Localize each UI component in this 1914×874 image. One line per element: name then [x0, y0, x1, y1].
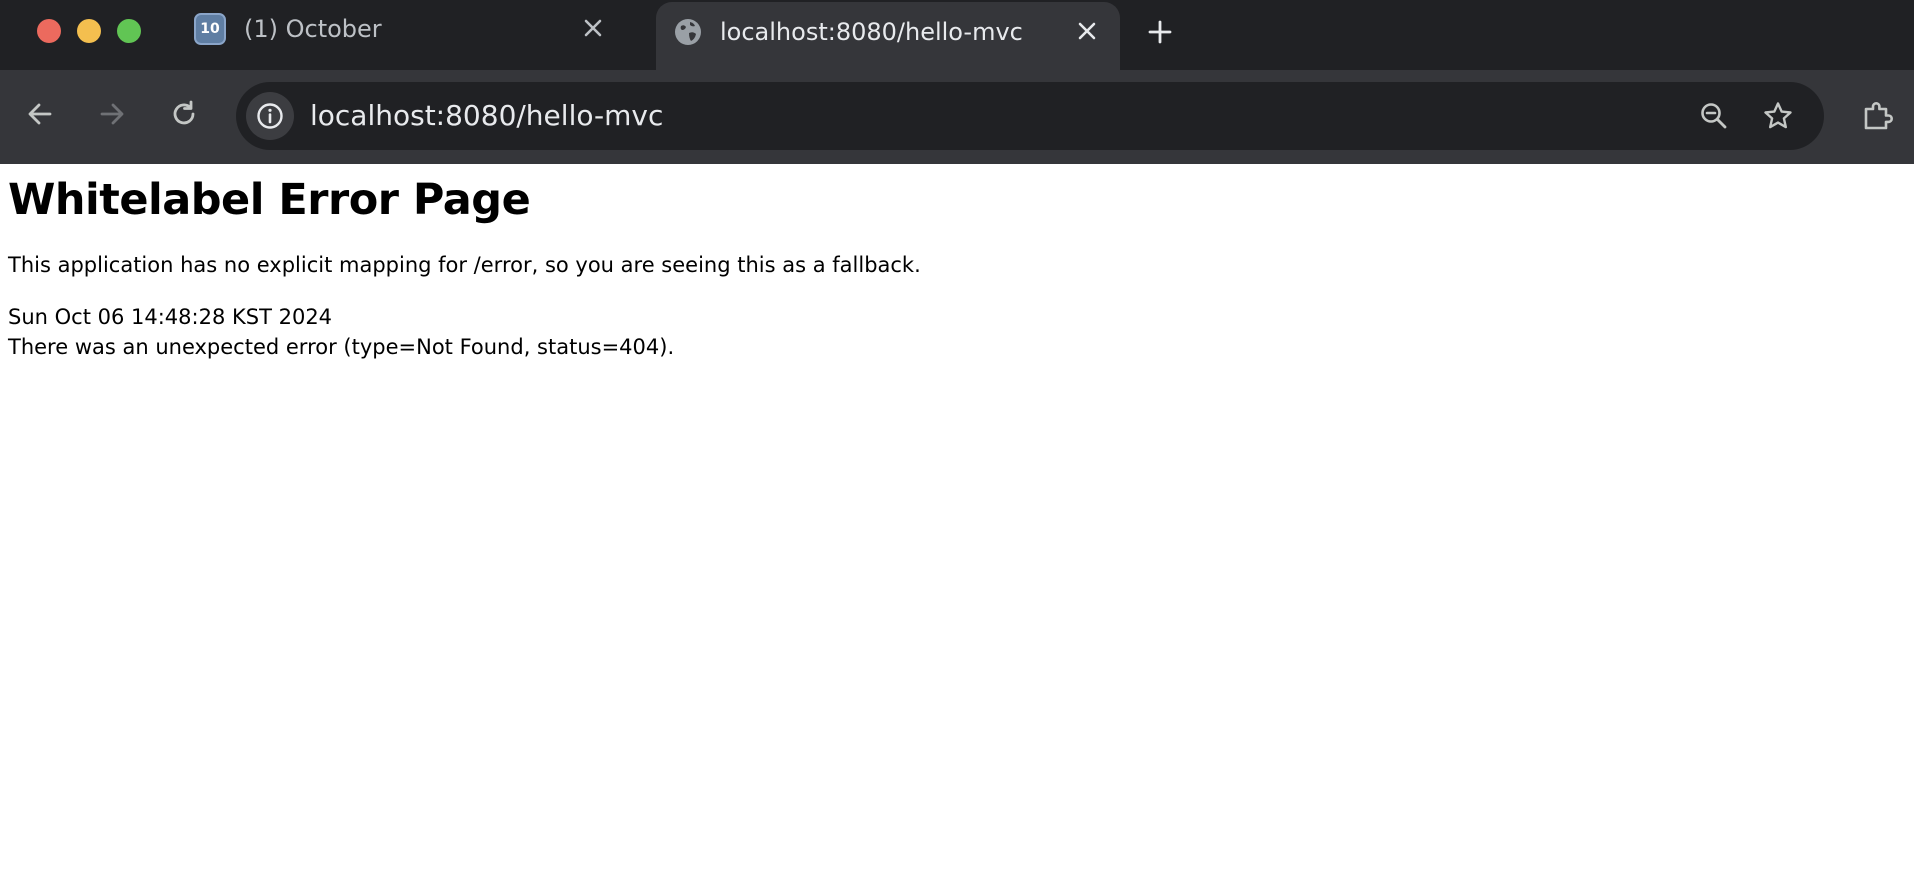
globe-icon — [672, 16, 704, 48]
forward-button[interactable] — [92, 94, 132, 134]
window-minimize-button[interactable] — [77, 19, 101, 43]
tab-strip: 10 (1) October localhost:8080/hello-mvc — [0, 0, 1914, 72]
arrow-right-icon — [100, 103, 124, 125]
plus-icon — [1148, 20, 1172, 44]
bookmark-button[interactable] — [1758, 96, 1798, 136]
puzzle-icon — [1864, 102, 1893, 130]
error-explanation: This application has no explicit mapping… — [8, 253, 921, 277]
error-details: There was an unexpected error (type=Not … — [8, 335, 675, 359]
tab-localhost[interactable]: localhost:8080/hello-mvc — [656, 2, 1120, 72]
window-close-button[interactable] — [37, 19, 61, 43]
browser-toolbar: localhost:8080/hello-mvc — [0, 70, 1914, 164]
site-info-button[interactable] — [246, 92, 294, 140]
close-icon — [584, 19, 602, 37]
extensions-button[interactable] — [1856, 94, 1900, 138]
page-content: Whitelabel Error Page This application h… — [0, 164, 1914, 874]
keycap-ten-icon: 10 — [194, 13, 226, 45]
tab-title: localhost:8080/hello-mvc — [720, 18, 1023, 46]
star-icon — [1764, 102, 1792, 129]
info-icon — [257, 103, 283, 129]
zoom-out-icon — [1701, 103, 1727, 129]
address-bar[interactable]: localhost:8080/hello-mvc — [236, 82, 1824, 150]
reload-button[interactable] — [164, 94, 204, 134]
close-icon — [1078, 22, 1096, 40]
window-maximize-button[interactable] — [117, 19, 141, 43]
tab-title: (1) October — [244, 15, 382, 43]
back-button[interactable] — [20, 94, 60, 134]
page-title: Whitelabel Error Page — [8, 175, 531, 225]
zoom-button[interactable] — [1694, 96, 1734, 136]
reload-icon — [173, 100, 195, 125]
arrow-left-icon — [28, 103, 52, 125]
error-timestamp: Sun Oct 06 14:48:28 KST 2024 — [8, 305, 333, 329]
close-tab-button[interactable] — [578, 13, 608, 43]
url-text[interactable]: localhost:8080/hello-mvc — [310, 98, 663, 134]
close-tab-button[interactable] — [1072, 16, 1102, 46]
tab-october[interactable]: 10 (1) October — [180, 0, 640, 70]
new-tab-button[interactable] — [1142, 14, 1178, 50]
